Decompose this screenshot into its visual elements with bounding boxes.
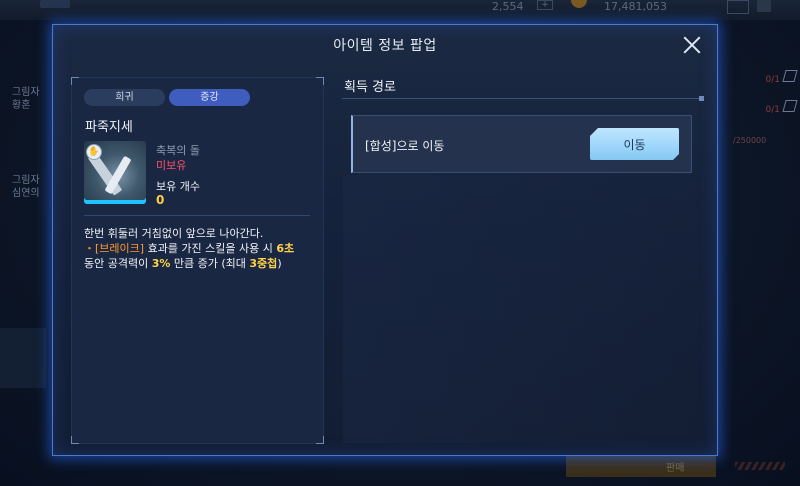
background-left-panel xyxy=(0,328,46,388)
move-button[interactable]: 이동 xyxy=(590,128,679,160)
divider-end-dot xyxy=(699,96,704,101)
type-badge: 증강 xyxy=(169,89,250,106)
background-stripes xyxy=(735,462,785,470)
item-category: 축복의 돌 xyxy=(156,144,200,157)
background-right-row: 0/1 xyxy=(722,100,800,122)
item-name: 파죽지세 xyxy=(85,120,133,135)
hand-icon: ✋ xyxy=(86,144,102,160)
item-description: 한번 휘둘러 거침없이 앞으로 나아간다. ・[브레이크] 효과를 가진 스킬을… xyxy=(84,226,319,271)
corner-decoration xyxy=(71,436,79,444)
corner-decoration xyxy=(316,77,324,85)
ownership-status: 미보유 xyxy=(156,159,187,172)
owned-count-value: 0 xyxy=(156,193,165,207)
top-bar: 2,554 + 17,481,053 xyxy=(0,0,800,20)
percent-value: 3% xyxy=(151,257,171,270)
acquisition-route-card: [합성]으로 이동 이동 xyxy=(351,115,692,173)
corner-decoration xyxy=(71,77,79,85)
popup-title: 아이템 정보 팝업 xyxy=(333,38,437,54)
item-info-panel: 희귀 증강 파죽지세 ✋ 축복의 돌 미보유 보유 개수 0 한번 휘둘러 거침… xyxy=(71,77,324,444)
description-line: ・[브레이크] 효과를 가진 스킬을 사용 시 6초 xyxy=(84,242,295,255)
background-right-row: 0/1 xyxy=(722,70,800,92)
stacks-value: 3중첩 xyxy=(249,257,278,270)
coin-icon xyxy=(571,0,587,8)
background-count: /250000 xyxy=(733,136,767,145)
acquisition-title: 획득 경로 xyxy=(344,80,396,95)
close-icon[interactable] xyxy=(681,34,703,56)
item-icon: ✋ xyxy=(84,141,146,204)
move-button-label: 이동 xyxy=(623,138,646,152)
rarity-badge: 희귀 xyxy=(84,89,165,106)
description-line: 한번 휘둘러 거침없이 앞으로 나아간다. xyxy=(84,227,264,240)
divider xyxy=(342,98,702,99)
skill-tag: [브레이크] xyxy=(95,242,145,255)
background-button-label: 판매 xyxy=(666,463,685,474)
window-icon xyxy=(727,0,749,14)
acquisition-panel-background xyxy=(343,175,703,443)
divider xyxy=(84,215,310,216)
corner-decoration xyxy=(316,436,324,444)
duration-value: 6초 xyxy=(276,242,295,255)
description-line: 동안 공격력이 3% 만큼 증가 (최대 3중첩) xyxy=(84,257,282,270)
add-currency-button: + xyxy=(537,0,553,10)
background-button xyxy=(566,455,716,477)
item-info-popup: 아이템 정보 팝업 희귀 증강 파죽지세 ✋ 축복의 돌 미보유 보유 개수 0… xyxy=(52,24,718,456)
menu-icon xyxy=(757,0,771,12)
currency-counter: 2,554 xyxy=(492,0,524,13)
warning-icon xyxy=(782,100,798,112)
background-list-item: 그림자 황혼 xyxy=(12,87,40,111)
route-label: [합성]으로 이동 xyxy=(365,139,445,153)
background-list-item: 그림자 심연의 xyxy=(12,175,40,199)
warning-icon xyxy=(782,70,798,82)
owned-count-label: 보유 개수 xyxy=(156,180,200,193)
gold-counter: 17,481,053 xyxy=(604,0,667,13)
top-left-tab xyxy=(40,0,70,8)
